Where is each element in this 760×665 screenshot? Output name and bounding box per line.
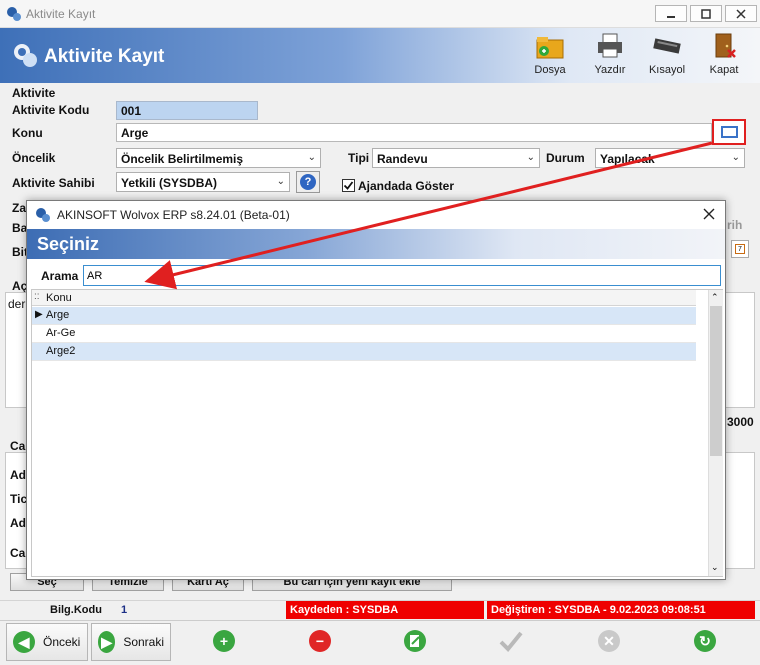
annotation-arrow bbox=[144, 141, 713, 290]
